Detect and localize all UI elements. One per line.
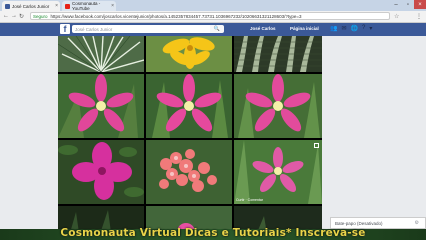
- search-text: José Carlos Junior: [75, 26, 113, 32]
- photo-tile[interactable]: [146, 36, 232, 72]
- tab-label: Cosmonauta - YouTube: [72, 1, 101, 11]
- help-icon[interactable]: ?: [362, 25, 365, 32]
- pink-rain-lily-image: [234, 74, 322, 138]
- photo-grid: Curtir · Comentar: [58, 36, 322, 240]
- back-icon[interactable]: ←: [3, 13, 9, 19]
- tab-label: José Carlos Junior: [12, 3, 50, 9]
- menu-icon[interactable]: ⋮: [416, 13, 422, 20]
- secure-lock-label: Seguro: [33, 13, 48, 19]
- youtube-icon: [65, 3, 70, 9]
- photo-tile[interactable]: [234, 36, 322, 72]
- watermark-text: Cosmonauta Virtual Dicas e Tutoriais* In…: [60, 227, 366, 239]
- variegated-grass-image: [58, 36, 144, 72]
- pink-rain-lily-image: [58, 74, 144, 138]
- left-gutter: [0, 36, 58, 229]
- photo-tile[interactable]: Curtir · Comentar: [234, 140, 322, 204]
- minimize-icon[interactable]: –: [390, 0, 402, 9]
- address-bar-row: ← → ↻ Seguro https://www.facebook.com/jo…: [0, 11, 426, 23]
- expand-icon[interactable]: [314, 143, 319, 148]
- url-input[interactable]: Seguro https://www.facebook.com/joscarlo…: [30, 12, 390, 20]
- red-flower-cluster-image: [146, 140, 232, 204]
- pink-rain-lily-image: [234, 140, 322, 204]
- forward-icon[interactable]: →: [11, 13, 17, 19]
- notification-icons: 👥 ✉ 🌐 ? ▾: [330, 25, 372, 32]
- pink-rain-lily-image: [146, 74, 232, 138]
- friends-icon[interactable]: 👥: [330, 25, 337, 32]
- gear-icon[interactable]: ⚙: [415, 220, 419, 226]
- photo-tile[interactable]: [146, 74, 232, 138]
- yellow-lily-image: [146, 36, 232, 72]
- magenta-azalea-image: [58, 140, 144, 204]
- right-gutter: [322, 36, 426, 217]
- home-link[interactable]: Página inicial: [290, 26, 319, 31]
- close-icon[interactable]: ×: [55, 3, 58, 9]
- close-icon[interactable]: ×: [111, 3, 114, 9]
- bookmark-star-icon[interactable]: ☆: [394, 13, 399, 20]
- url-text: https://www.facebook.com/joscarlos.vicen…: [50, 13, 302, 19]
- notifications-globe-icon[interactable]: 🌐: [351, 25, 358, 32]
- photo-tile[interactable]: [234, 74, 322, 138]
- facebook-logo-icon[interactable]: f: [60, 24, 70, 34]
- reload-icon[interactable]: ↻: [19, 13, 24, 20]
- photo-caption[interactable]: Curtir · Comentar: [236, 198, 263, 202]
- account-dropdown-icon[interactable]: ▾: [369, 25, 372, 32]
- maximize-icon[interactable]: ▫: [402, 0, 414, 9]
- profile-link[interactable]: José Carlos: [250, 26, 276, 31]
- browser-tab-bar: José Carlos Junior × Cosmonauta - YouTub…: [0, 0, 426, 11]
- messages-icon[interactable]: ✉: [341, 25, 346, 32]
- tab-youtube[interactable]: Cosmonauta - YouTube ×: [62, 1, 116, 11]
- tab-facebook[interactable]: José Carlos Junior ×: [2, 1, 60, 11]
- window-close-icon[interactable]: ×: [414, 0, 426, 9]
- facebook-search-input[interactable]: José Carlos Junior: [72, 25, 222, 33]
- photo-tile[interactable]: [58, 36, 144, 72]
- facebook-icon: [5, 3, 10, 9]
- photo-tile[interactable]: [58, 140, 144, 204]
- chat-status-text: Bate-papo (Desativado): [335, 220, 383, 226]
- window-controls: – ▫ ×: [390, 0, 426, 9]
- photo-tile[interactable]: [58, 74, 144, 138]
- search-icon[interactable]: 🔍: [210, 25, 224, 33]
- striped-plant-image: [234, 36, 322, 72]
- photo-tile[interactable]: [146, 140, 232, 204]
